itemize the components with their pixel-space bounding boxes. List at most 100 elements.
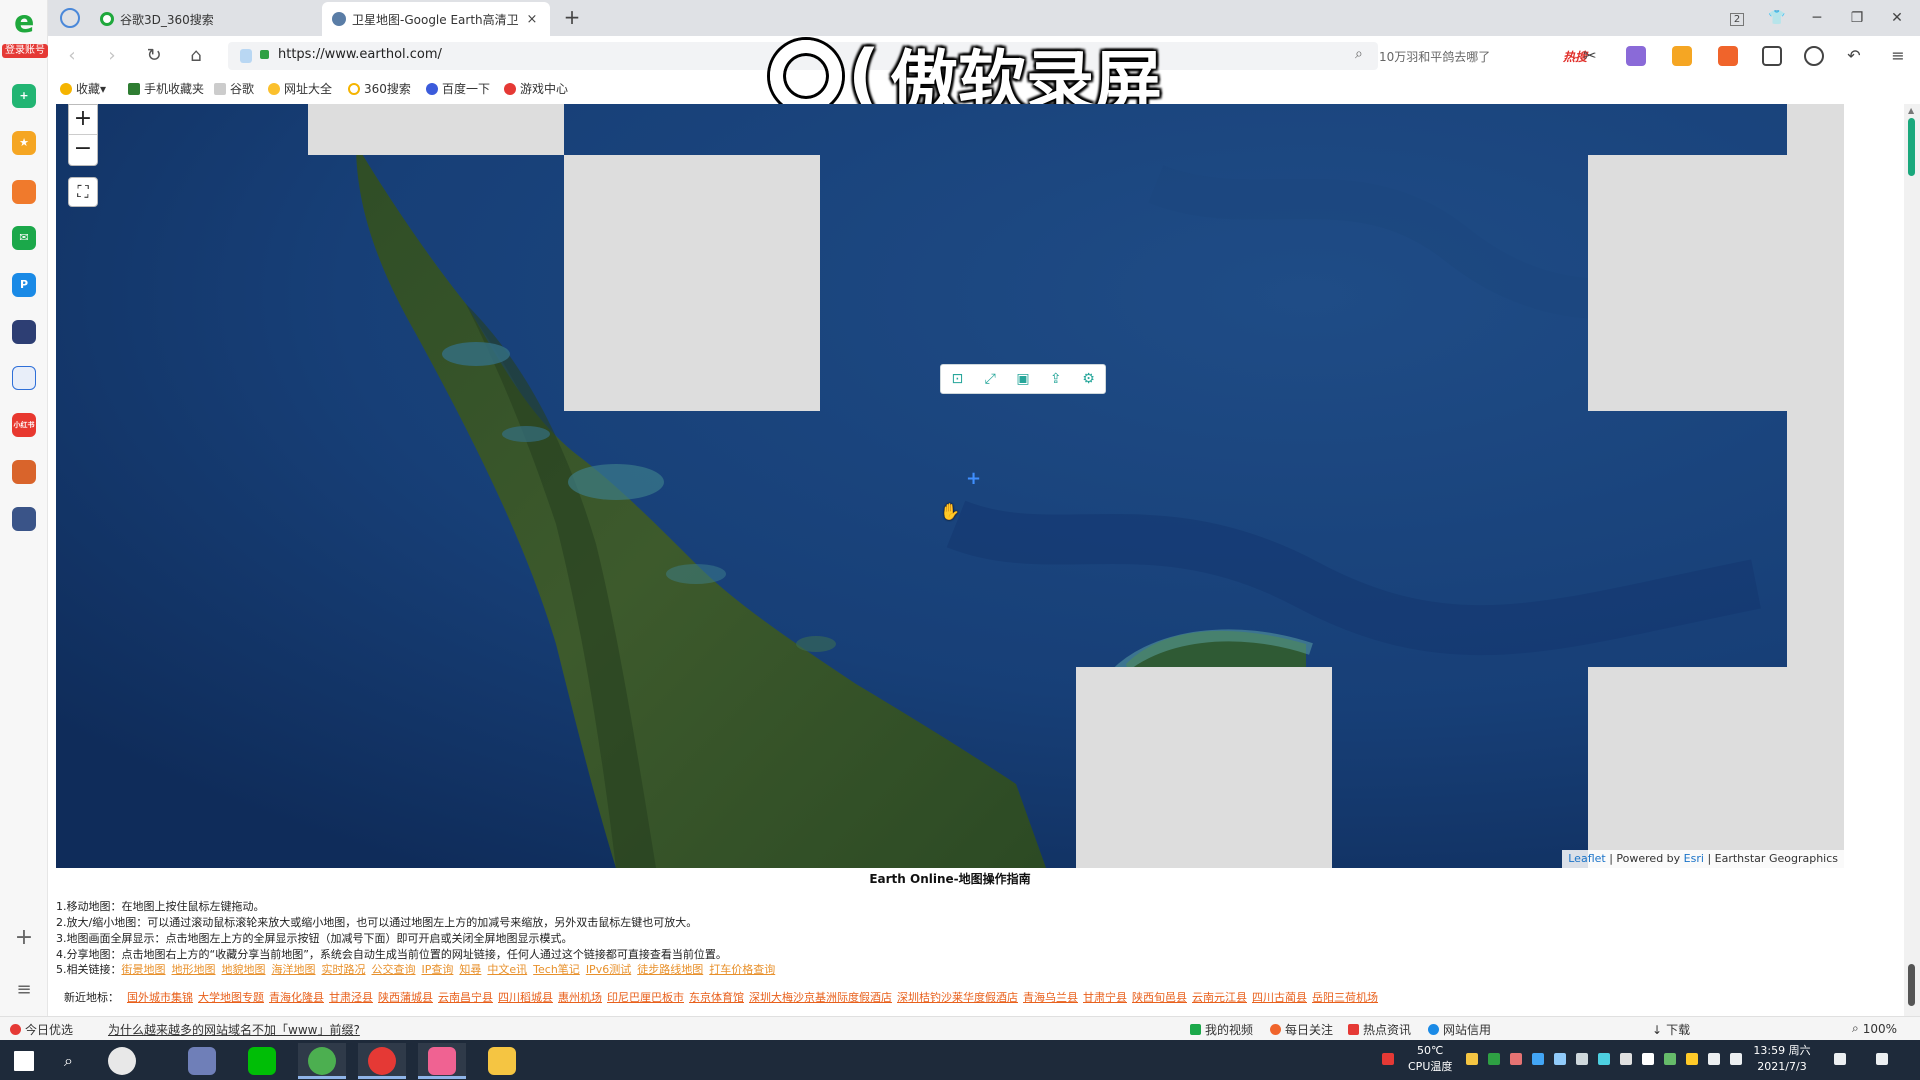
menu-icon[interactable]: ≡	[1888, 46, 1908, 66]
fullscreen-button[interactable]: ⛶	[68, 177, 98, 207]
guide-link[interactable]: 知尋	[459, 963, 481, 976]
skin-icon[interactable]: 👕	[1764, 6, 1790, 30]
taskbar-app-7[interactable]	[478, 1043, 526, 1079]
sidebar-red-app-icon[interactable]: 小红书	[12, 413, 36, 437]
guide-link[interactable]: 甘肃宁县	[1083, 991, 1127, 1004]
zoom-level[interactable]: ⌕ 100%	[1852, 1021, 1897, 1036]
tray-icon[interactable]	[1686, 1053, 1698, 1065]
microphone-icon[interactable]	[1576, 1053, 1588, 1065]
taskbar-recorder[interactable]	[358, 1043, 406, 1079]
guide-link[interactable]: 海洋地图	[272, 963, 316, 976]
new-tab-button[interactable]: +	[560, 6, 584, 30]
zoom-in-button[interactable]: +	[69, 105, 97, 135]
taskbar-iqiyi[interactable]	[238, 1043, 286, 1079]
guide-link[interactable]: 陕西旬邑县	[1132, 991, 1187, 1004]
brightness-icon[interactable]	[1804, 46, 1824, 66]
guide-link[interactable]: 街景地图	[122, 963, 166, 976]
guide-link[interactable]: IPv6测试	[586, 963, 631, 976]
home-button[interactable]: ⌂	[184, 44, 208, 68]
bookmark-mobile[interactable]: 手机收藏夹	[128, 80, 204, 97]
guide-link[interactable]: 中文e讯	[487, 963, 527, 976]
wifi-icon[interactable]	[1708, 1053, 1720, 1065]
tray-icon[interactable]	[1532, 1053, 1544, 1065]
today-picks[interactable]: 今日优选	[10, 1021, 73, 1038]
guide-link[interactable]: 公交查询	[372, 963, 416, 976]
bookmark-map-icon[interactable]: ⊡	[946, 371, 968, 387]
guide-link[interactable]: 青海乌兰县	[1023, 991, 1078, 1004]
browser-logo[interactable]: e 登录账号	[2, 8, 48, 58]
apps-grid-icon[interactable]	[1762, 46, 1782, 66]
sidebar-news-icon[interactable]	[12, 320, 36, 344]
notification-icon[interactable]	[1876, 1053, 1888, 1065]
guide-link[interactable]: 实时路况	[322, 963, 366, 976]
network-icon[interactable]	[1642, 1053, 1654, 1065]
guide-link[interactable]: 四川古蔺县	[1252, 991, 1307, 1004]
taskbar-bilibili[interactable]	[418, 1043, 466, 1079]
tray-icon[interactable]	[1488, 1053, 1500, 1065]
my-videos[interactable]: 我的视频	[1190, 1021, 1253, 1038]
translate-icon[interactable]	[1626, 46, 1646, 66]
taskbar-app-1[interactable]	[98, 1043, 146, 1079]
guide-link[interactable]: 打车价格查询	[709, 963, 775, 976]
bookmark-favorites[interactable]: 收藏 ▾	[60, 80, 106, 97]
start-button[interactable]	[0, 1043, 48, 1079]
esri-link[interactable]: Esri	[1684, 852, 1704, 865]
site-credit[interactable]: 网站信用	[1428, 1021, 1491, 1038]
guide-link[interactable]: 青海化隆县	[269, 991, 324, 1004]
settings-icon[interactable]: ⚙	[1078, 371, 1100, 387]
taskbar-360-browser[interactable]	[298, 1043, 346, 1079]
tab-earthol[interactable]: 卫星地图-Google Earth高清卫 ×	[322, 2, 550, 36]
guide-link[interactable]: 云南元江县	[1192, 991, 1247, 1004]
page-scrollbar[interactable]: ▲	[1904, 104, 1920, 1020]
guide-link[interactable]: 地貌地图	[222, 963, 266, 976]
cut-icon[interactable]: ✂	[1580, 46, 1600, 66]
sidebar-plus-icon[interactable]: +	[12, 84, 36, 108]
sidebar-doc-icon[interactable]	[12, 366, 36, 390]
zoom-out-button[interactable]: −	[69, 135, 97, 165]
sidebar-game1-icon[interactable]	[12, 460, 36, 484]
navigation-icon[interactable]	[60, 8, 80, 28]
tab-360-search[interactable]: 谷歌3D_360搜索	[90, 2, 320, 36]
guide-link[interactable]: 东京体育馆	[689, 991, 744, 1004]
notes-icon[interactable]	[1834, 1053, 1846, 1065]
restore-button[interactable]: ❐	[1844, 6, 1870, 30]
satellite-map[interactable]: + − ⛶ ⊡ ⤢ ▣ ⇪ ⚙ + ✋ Leaflet | Powered by…	[56, 104, 1844, 868]
tray-icon[interactable]	[1554, 1053, 1566, 1065]
guide-link[interactable]: 四川稻城县	[498, 991, 553, 1004]
bookmark-baidu[interactable]: 百度一下	[426, 80, 490, 97]
reload-button[interactable]: ↻	[142, 44, 166, 68]
sidebar-game2-icon[interactable]	[12, 507, 36, 531]
sidebar-p-icon[interactable]: P	[12, 273, 36, 297]
guide-link[interactable]: 大学地图专题	[198, 991, 264, 1004]
expand-icon[interactable]: ⤢	[979, 371, 1001, 387]
sidebar-star-icon[interactable]: ★	[12, 131, 36, 155]
back-button[interactable]: ‹	[60, 44, 84, 68]
shield-tray-icon[interactable]	[1664, 1053, 1676, 1065]
tray-icon[interactable]	[1510, 1053, 1522, 1065]
sidebar-mail-icon[interactable]: ✉	[12, 226, 36, 250]
tray-app-icon[interactable]	[1382, 1053, 1394, 1065]
save-icon[interactable]: ▣	[1012, 371, 1034, 387]
guide-link[interactable]: 印尼巴厘巴板市	[607, 991, 684, 1004]
close-window-button[interactable]: ✕	[1884, 6, 1910, 30]
close-tab-icon[interactable]: ×	[524, 12, 540, 27]
scrollbar-thumb[interactable]	[1908, 118, 1915, 176]
scroll-up-icon[interactable]: ▲	[1908, 106, 1914, 115]
guide-link[interactable]: 云南昌宁县	[438, 991, 493, 1004]
guide-link[interactable]: Tech笔记	[533, 963, 580, 976]
shield-icon[interactable]	[1672, 46, 1692, 66]
daily-follow[interactable]: 每日关注	[1270, 1021, 1333, 1038]
guide-link[interactable]: 深圳桔钓沙莱华度假酒店	[897, 991, 1018, 1004]
cpu-temperature[interactable]: 50℃ CPU温度	[1408, 1043, 1452, 1075]
minimize-button[interactable]: ─	[1804, 6, 1830, 30]
guide-link[interactable]: 惠州机场	[558, 991, 602, 1004]
guide-link[interactable]: 徒步路线地图	[637, 963, 703, 976]
tray-icon[interactable]	[1598, 1053, 1610, 1065]
guide-link[interactable]: 甘肃泾县	[329, 991, 373, 1004]
bookmark-hao[interactable]: 网址大全	[268, 80, 332, 97]
bookmark-games[interactable]: 游戏中心	[504, 80, 568, 97]
guide-link[interactable]: 国外城市集锦	[127, 991, 193, 1004]
news-ticker[interactable]: 为什么越来越多的网站域名不加「www」前缀?	[108, 1021, 360, 1038]
window-count-badge[interactable]: 2	[1724, 6, 1750, 30]
tray-icon[interactable]	[1620, 1053, 1632, 1065]
